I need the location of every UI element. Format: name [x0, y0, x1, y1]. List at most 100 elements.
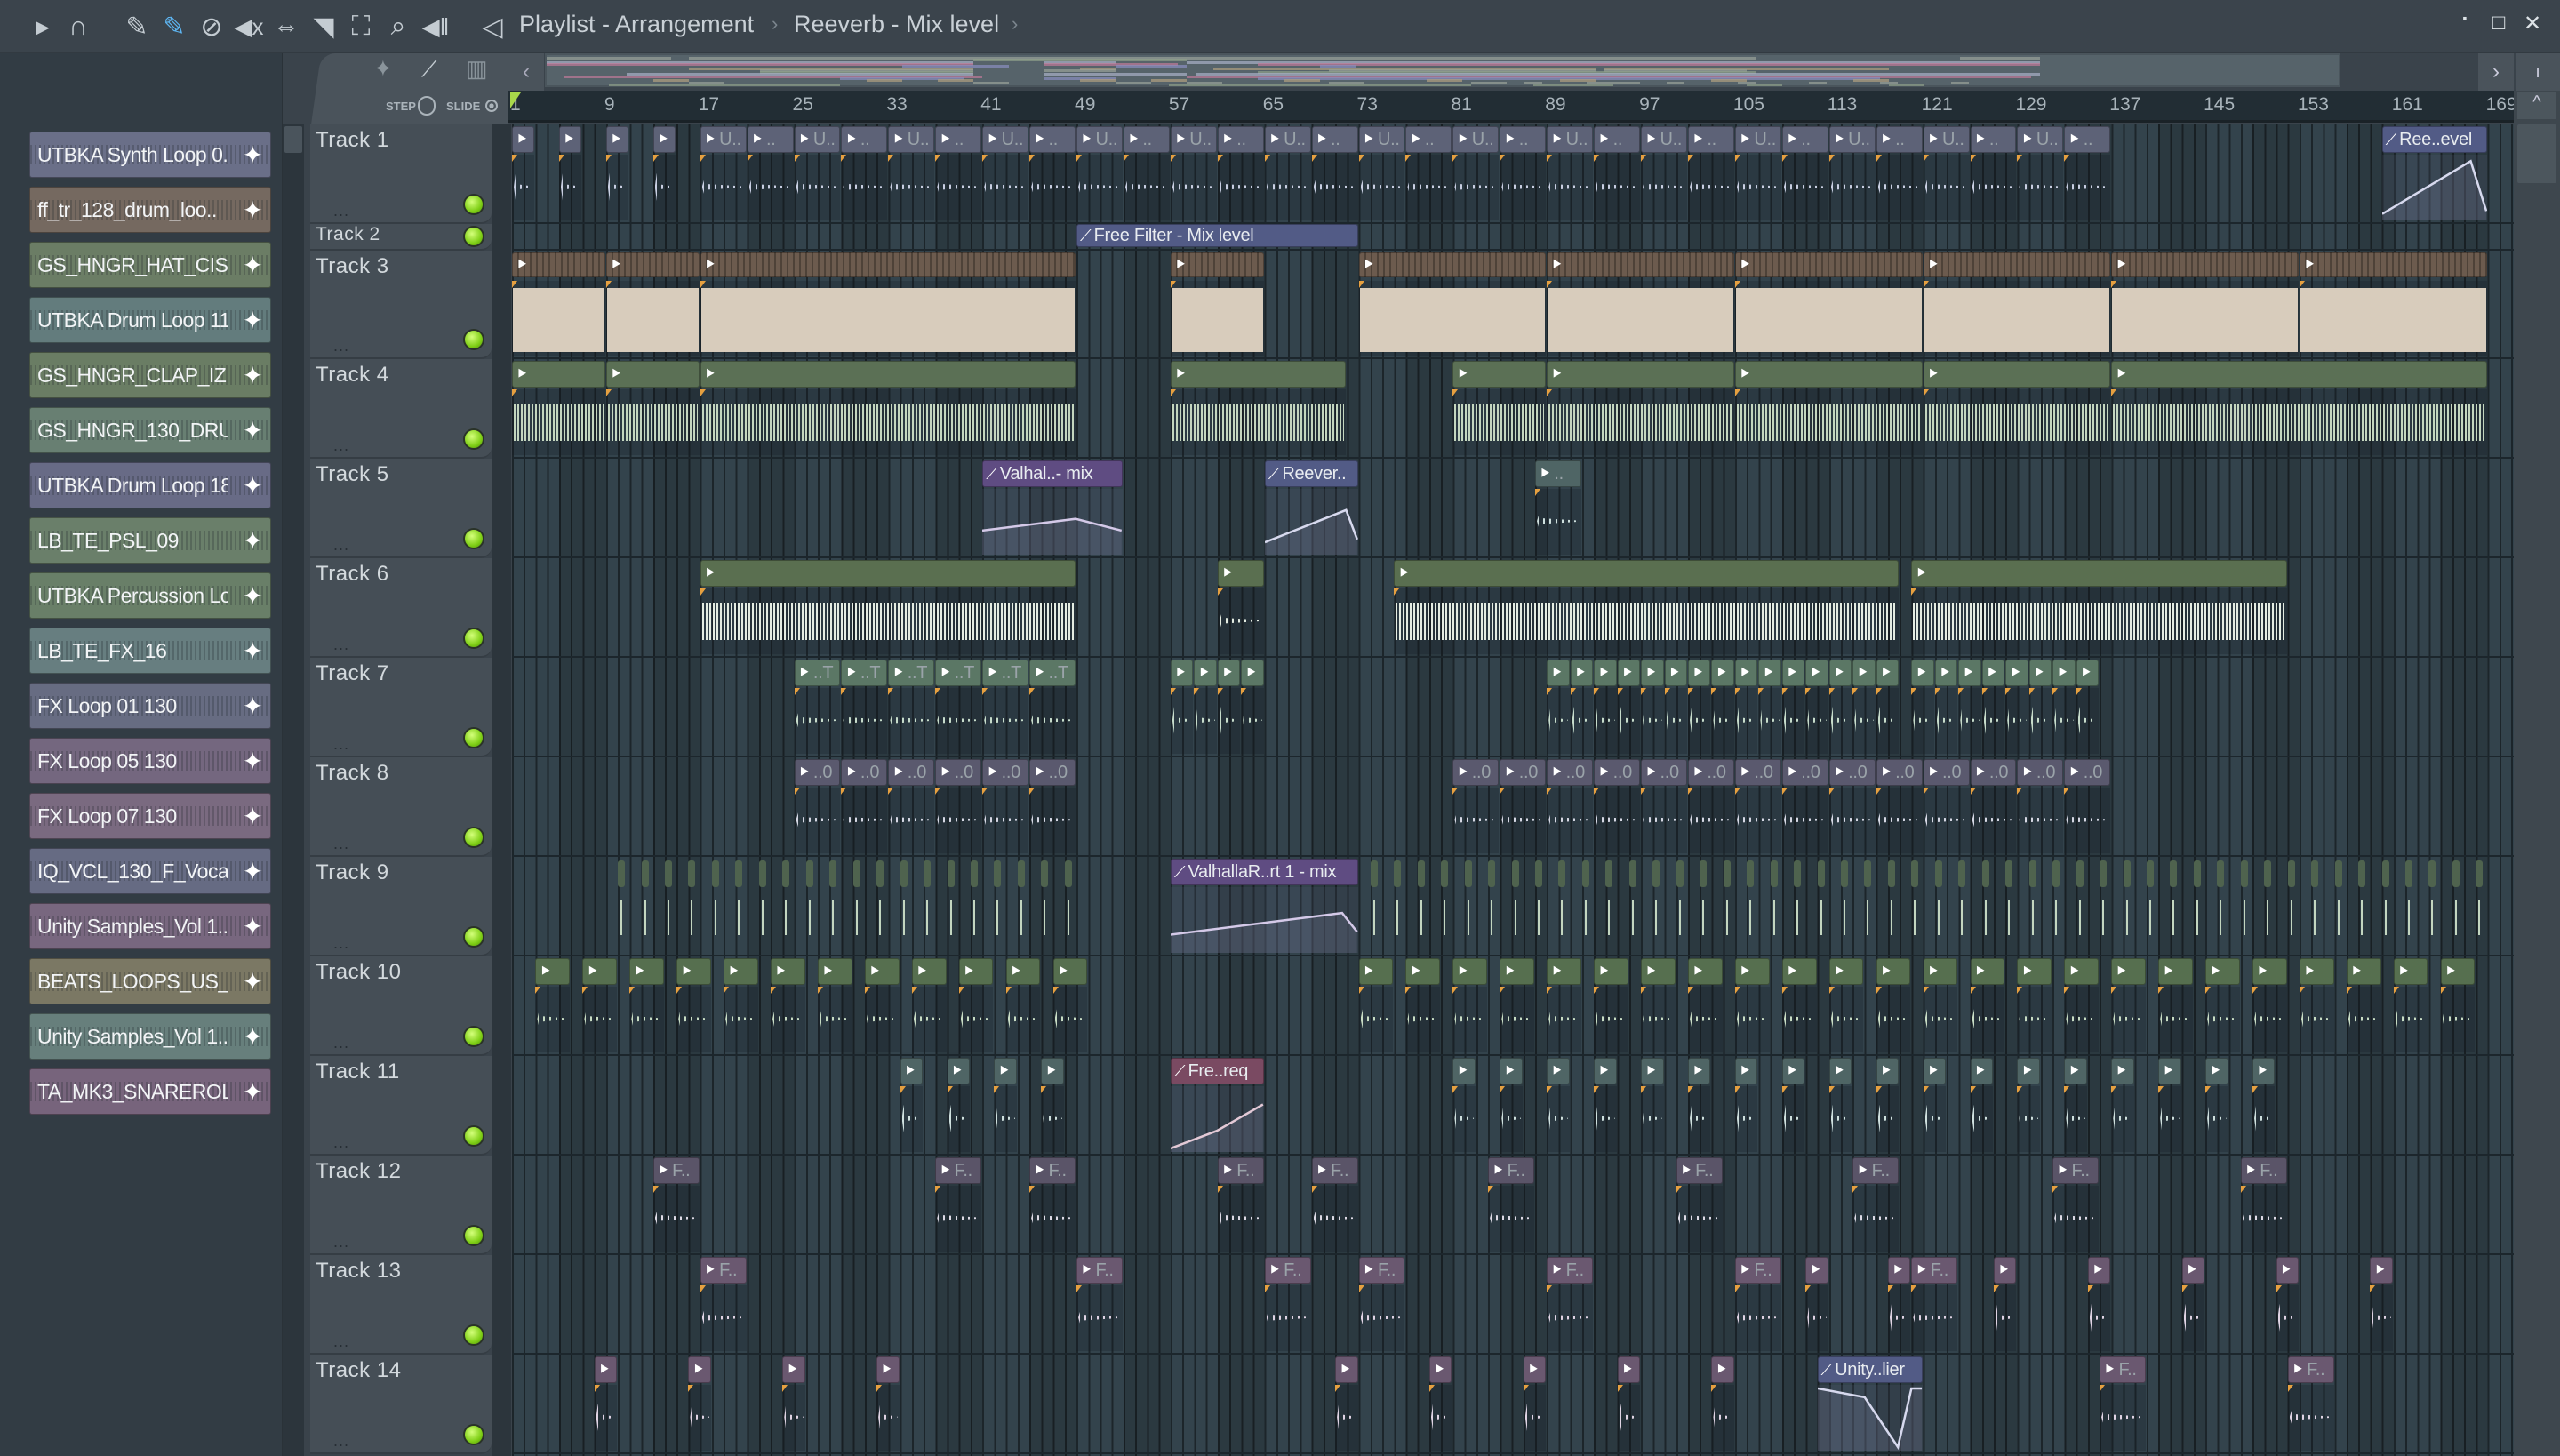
- clip-header[interactable]: ⯈: [1711, 660, 1734, 686]
- audio-clip[interactable]: ⯈: [512, 124, 535, 222]
- clip-header[interactable]: ⯈: [1641, 958, 1676, 985]
- audio-clip[interactable]: ⯈: [1594, 1056, 1617, 1154]
- clip-header[interactable]: ⯈: [2181, 1257, 2205, 1284]
- browser-item[interactable]: UTBKA Percussion Lo.. ✦: [29, 572, 271, 619]
- audio-clip[interactable]: ⯈ U..: [1170, 124, 1217, 222]
- track-name[interactable]: Track 10: [316, 960, 401, 985]
- clip-header[interactable]: ⯈: [1734, 252, 1923, 277]
- audio-clip[interactable]: ⯈: [688, 1355, 711, 1452]
- pulse-clip[interactable]: [1417, 860, 1425, 887]
- clip-header[interactable]: ⯈: [1547, 660, 1570, 686]
- paint-brush-icon[interactable]: ✎: [158, 11, 190, 43]
- audio-clip[interactable]: ⯈ F..: [2287, 1355, 2334, 1452]
- audio-clip[interactable]: ⯈: [1170, 359, 1347, 457]
- pulse-clip[interactable]: [1628, 860, 1636, 887]
- audio-clip[interactable]: ⯈: [1547, 251, 1734, 357]
- audio-clip[interactable]: ⯈: [1547, 1056, 1570, 1154]
- audio-clip[interactable]: ⯈: [1547, 658, 1570, 756]
- track-options-dots[interactable]: ...: [333, 1133, 349, 1152]
- clip-header[interactable]: ⟋ Unity..lier: [1817, 1356, 1923, 1383]
- audio-clip[interactable]: ⯈: [1641, 658, 1664, 756]
- pulse-clip[interactable]: [1488, 860, 1496, 887]
- audio-clip[interactable]: ⯈ F..: [1076, 1255, 1123, 1353]
- clip-header[interactable]: ⯈: [688, 1356, 711, 1383]
- audio-clip[interactable]: ⯈ ..T: [935, 658, 982, 756]
- audio-clip[interactable]: ⯈: [876, 1355, 900, 1452]
- audio-clip[interactable]: ⯈: [2076, 658, 2100, 756]
- audio-clip[interactable]: ⯈: [1828, 1056, 1852, 1154]
- clip-header[interactable]: ⯈..: [1029, 126, 1076, 153]
- audio-clip[interactable]: ⯈..: [1029, 124, 1076, 222]
- automation-clip[interactable]: ⟋ Free Filter - Mix level: [1076, 224, 1358, 249]
- clip-header[interactable]: ⟋ Valhal..- mix: [982, 460, 1123, 487]
- playlist-overview[interactable]: [545, 53, 2340, 87]
- pulse-clip[interactable]: [805, 860, 813, 887]
- playlist-grid[interactable]: ⯈ ⯈ ⯈ ⯈ ⯈ U.. ⯈.. ⯈ U.. ⯈.. ⯈ U.. ⯈.. ⯈ U.. ⯈.. ⯈ U.. ⯈.. ⯈…: [512, 124, 2514, 1456]
- pulse-clip[interactable]: [1041, 860, 1049, 887]
- audio-clip[interactable]: ⯈: [1641, 1056, 1664, 1154]
- clip-header[interactable]: ⯈..: [1405, 126, 1452, 153]
- audio-clip[interactable]: ⯈: [512, 251, 605, 357]
- clip-header[interactable]: ⯈: [1428, 1356, 1452, 1383]
- clip-header[interactable]: ⯈: [1394, 560, 1900, 587]
- audio-clip[interactable]: ⯈: [1170, 251, 1264, 357]
- clip-header[interactable]: ⯈ ..0: [1923, 759, 1970, 786]
- pulse-clip[interactable]: [1958, 860, 1966, 887]
- clip-header[interactable]: ⯈..: [841, 126, 888, 153]
- audio-clip[interactable]: ⯈: [1594, 658, 1617, 756]
- audio-clip[interactable]: ⯈: [1970, 956, 2005, 1054]
- clip-header[interactable]: ⯈ ..T: [982, 660, 1029, 686]
- clip-header[interactable]: ⯈: [2299, 252, 2487, 277]
- clip-header[interactable]: ⯈ U..: [1170, 126, 1217, 153]
- pulse-clip[interactable]: [782, 860, 790, 887]
- audio-clip[interactable]: ⯈: [2346, 956, 2381, 1054]
- audio-clip[interactable]: ⯈..: [1500, 124, 1547, 222]
- audio-clip[interactable]: ⯈: [1876, 658, 1900, 756]
- track-mute-led[interactable]: [463, 1424, 484, 1445]
- clip-header[interactable]: ⯈: [1887, 1257, 1911, 1284]
- audio-clip[interactable]: ⯈ U..: [1076, 124, 1123, 222]
- clip-header[interactable]: ⯈ U..: [794, 126, 841, 153]
- clip-header[interactable]: ⯈: [2111, 252, 2299, 277]
- track-header[interactable]: Track 7...: [310, 658, 492, 757]
- clip-header[interactable]: ⯈: [1911, 560, 2287, 587]
- song-position-marker[interactable]: [510, 92, 521, 108]
- clip-header[interactable]: ⯈: [605, 361, 700, 388]
- clip-header[interactable]: ⟋ Fre..req: [1170, 1058, 1264, 1084]
- audio-clip[interactable]: ⯈: [2087, 1255, 2111, 1353]
- clip-header[interactable]: ⯈: [1523, 1356, 1547, 1383]
- track-header[interactable]: Track 12...: [310, 1156, 492, 1255]
- browser-item[interactable]: TA_MK3_SNAREROLL..✦: [29, 1068, 271, 1115]
- track-mute-led[interactable]: [463, 329, 484, 350]
- clip-header[interactable]: ⯈ ..0: [935, 759, 982, 786]
- pulse-clip[interactable]: [2052, 860, 2060, 887]
- clip-header[interactable]: ⯈ F..: [700, 1257, 747, 1284]
- audio-clip[interactable]: ⯈: [1734, 956, 1770, 1054]
- browser-item[interactable]: GS_HNGR_130_DRU.. ✦: [29, 407, 271, 453]
- track-header[interactable]: Track 11...: [310, 1056, 492, 1156]
- audio-clip[interactable]: ⯈: [1452, 956, 1488, 1054]
- clip-header[interactable]: ⯈ U..: [982, 126, 1029, 153]
- track-header[interactable]: Track 6...: [310, 558, 492, 658]
- clip-header[interactable]: ⯈ F..: [2240, 1157, 2287, 1184]
- clip-header[interactable]: ⯈: [1041, 1058, 1064, 1084]
- clip-header[interactable]: ⯈: [1641, 1058, 1664, 1084]
- audio-clip[interactable]: ⯈: [724, 956, 758, 1054]
- clip-header[interactable]: ⯈: [1452, 361, 1547, 388]
- audio-clip[interactable]: ⯈: [947, 1056, 970, 1154]
- audio-clip[interactable]: ⯈ F..: [935, 1156, 982, 1253]
- clip-header[interactable]: ⯈ U..: [1076, 126, 1123, 153]
- clip-header[interactable]: ⯈ ..0: [1594, 759, 1641, 786]
- clip-header[interactable]: ⯈: [1594, 958, 1628, 985]
- clip-header[interactable]: ⯈ F..: [935, 1157, 982, 1184]
- pulse-clip[interactable]: [1064, 860, 1072, 887]
- clip-header[interactable]: ⯈ F..: [1358, 1257, 1405, 1284]
- pulse-clip[interactable]: [1441, 860, 1449, 887]
- clip-header[interactable]: ⯈: [911, 958, 947, 985]
- clip-header[interactable]: ⯈: [1852, 660, 1876, 686]
- audio-clip[interactable]: ⯈: [2158, 1056, 2181, 1154]
- clip-header[interactable]: ⯈ U..: [2017, 126, 2064, 153]
- track-name[interactable]: Track 4: [316, 363, 389, 388]
- step-toggle[interactable]: [418, 96, 436, 116]
- track-header[interactable]: Track 1...: [310, 124, 492, 224]
